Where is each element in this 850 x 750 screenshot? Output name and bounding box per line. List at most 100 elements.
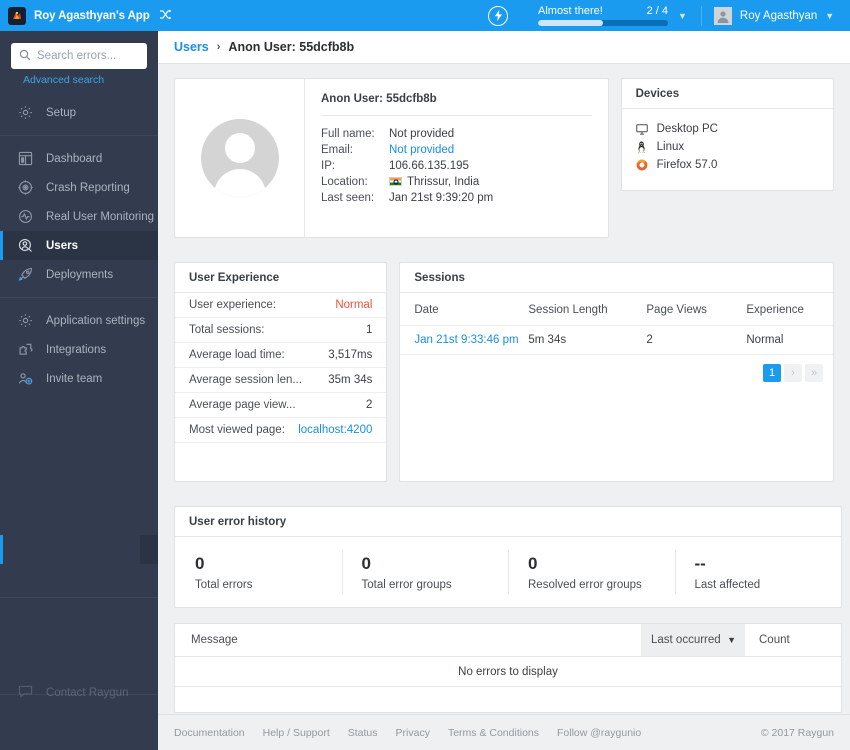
search-box[interactable] [11,43,147,69]
search-input[interactable] [37,50,147,62]
sidebar-item-dashboard[interactable]: Dashboard [0,144,158,173]
target-icon [18,180,36,195]
onboarding-caret-down-icon[interactable]: ▼ [678,11,687,21]
footer-link-follow-twitter[interactable]: Follow @raygunio [557,727,641,739]
sidebar-active-block [140,535,158,564]
ux-value: Normal [335,299,373,311]
sidebar-item-application-settings[interactable]: Application settings [0,306,158,335]
sessions-pagination: 1 › » [400,355,833,382]
col-count[interactable]: Count [745,624,841,656]
rocket-icon [18,267,36,282]
stat-resolved-error-groups: 0 Resolved error groups [508,550,675,594]
sidebar-item-setup[interactable]: Setup [0,98,158,127]
session-date-link[interactable]: Jan 21st 9:33:46 pm [414,334,518,346]
sidebar-collapsed-item[interactable] [0,535,158,564]
dashboard-icon [18,151,36,166]
user-experience-title: User Experience [175,263,387,293]
chat-icon [18,685,36,701]
field-value: 106.66.135.195 [389,160,469,172]
breadcrumb-current: Anon User: 55dcfb8b [228,40,355,54]
nav-divider-1 [0,135,158,136]
location-text: Thrissur, India [407,176,480,188]
ux-value: 3,517ms [328,349,373,361]
footer-link-privacy[interactable]: Privacy [396,727,430,739]
cell-page-views: 2 [646,325,747,355]
table-row: Jan 21st 9:33:46 pm 5m 34s 2 Normal [400,325,833,355]
footer: Documentation Help / Support Status Priv… [158,714,850,750]
field-value[interactable]: Not provided [389,142,454,158]
onboarding-progress-fill [538,20,603,26]
ux-value-link[interactable]: localhost:4200 [298,424,372,436]
sessions-header-row: Date Session Length Page Views Experienc… [400,293,833,326]
sidebar-search-wrap: Advanced search [0,31,158,86]
device-item-browser: Firefox 57.0 [636,156,819,174]
sidebar-item-label: Real User Monitoring [46,210,155,223]
ux-label: Average load time: [189,349,285,361]
brand-block[interactable]: Roy Agasthyan's App [0,0,171,31]
breadcrumb: Users › Anon User: 55dcfb8b [158,31,850,64]
stat-value: 0 [195,553,205,573]
sessions-title: Sessions [400,263,833,293]
breadcrumb-separator: › [216,41,221,53]
profile-title: Anon User: 55dcfb8b [321,93,437,105]
onboarding-progress[interactable]: Almost there! 2 / 4 [538,5,668,26]
cell-session-length: 5m 34s [528,325,647,355]
col-date[interactable]: Date [400,293,529,326]
page-button-current[interactable]: 1 [763,364,781,382]
col-session-length[interactable]: Session Length [528,293,647,326]
nav-group-admin: Application settings Integrations Invite… [0,306,158,393]
sidebar-item-invite-team[interactable]: Invite team [0,364,158,393]
col-last-occurred[interactable]: Last occurred ▼ [641,624,745,656]
summary-row: Anon User: 55dcfb8b Full name: Not provi… [174,78,834,238]
contact-raygun-button[interactable]: Contact Raygun [0,678,158,707]
nav-divider-3 [0,597,158,598]
sidebar-item-deployments[interactable]: Deployments [0,260,158,289]
sidebar-active-accent [0,535,3,564]
col-experience[interactable]: Experience [746,293,833,326]
field-label: Full name: [321,128,375,140]
ux-row-average-session-length: Average session len... 35m 34s [175,368,387,393]
stat-total-error-groups: 0 Total error groups [341,550,509,594]
sidebar: Advanced search Setup [0,31,158,750]
avatar-head [224,133,255,163]
nav-group-setup: Setup [0,98,158,127]
page-last-button[interactable]: » [805,364,823,382]
ux-label: Total sessions: [189,324,265,336]
sidebar-item-label: Integrations [46,343,107,356]
sidebar-item-real-user-monitoring[interactable]: Real User Monitoring [0,202,158,231]
stat-total-errors: 0 Total errors [175,550,342,594]
top-bar-middle: Almost there! 2 / 4 ▼ Roy Agasthyan ▼ [158,5,850,26]
user-error-history-card: User error history 0 Total errors 0 Tota… [174,506,842,608]
col-message[interactable]: Message [175,624,641,656]
footer-link-status[interactable]: Status [348,727,378,739]
col-last-occurred-label: Last occurred [651,634,721,646]
sidebar-item-integrations[interactable]: Integrations [0,335,158,364]
sidebar-item-label: Deployments [46,268,114,281]
breadcrumb-parent-link[interactable]: Users [174,40,209,54]
page-next-button[interactable]: › [784,364,802,382]
device-label: Firefox 57.0 [656,159,718,171]
bolt-circle-icon[interactable] [488,5,508,26]
sidebar-item-crash-reporting[interactable]: Crash Reporting [0,173,158,202]
footer-link-documentation[interactable]: Documentation [174,727,245,739]
footer-link-help-support[interactable]: Help / Support [263,727,330,739]
footer-link-terms[interactable]: Terms & Conditions [448,727,539,739]
app-name: Roy Agasthyan's App [34,9,150,22]
profile-field-location: Location: Thrissur, India [321,174,592,190]
user-menu[interactable]: Roy Agasthyan ▼ [713,6,844,25]
sidebar-item-label: Setup [46,106,77,119]
sidebar-item-users[interactable]: Users [0,231,158,260]
col-page-views[interactable]: Page Views [646,293,747,326]
user-experience-card: User Experience User experience: Normal … [174,262,388,482]
profile-field-last-seen: Last seen: Jan 21st 9:39:20 pm [321,190,592,206]
ux-value: 1 [365,324,373,336]
user-search-icon [18,238,36,253]
advanced-search-link[interactable]: Advanced search [11,69,147,86]
stat-last-affected: -- Last affected [674,550,842,594]
user-profile-card: Anon User: 55dcfb8b Full name: Not provi… [174,78,609,238]
shuffle-icon[interactable] [159,9,172,23]
ux-value: 35m 34s [328,374,373,386]
ux-value: 2 [365,399,373,411]
top-bar: Roy Agasthyan's App Almost there! 2 / 4 [0,0,850,31]
error-table-header: Message Last occurred ▼ Count [175,624,841,657]
